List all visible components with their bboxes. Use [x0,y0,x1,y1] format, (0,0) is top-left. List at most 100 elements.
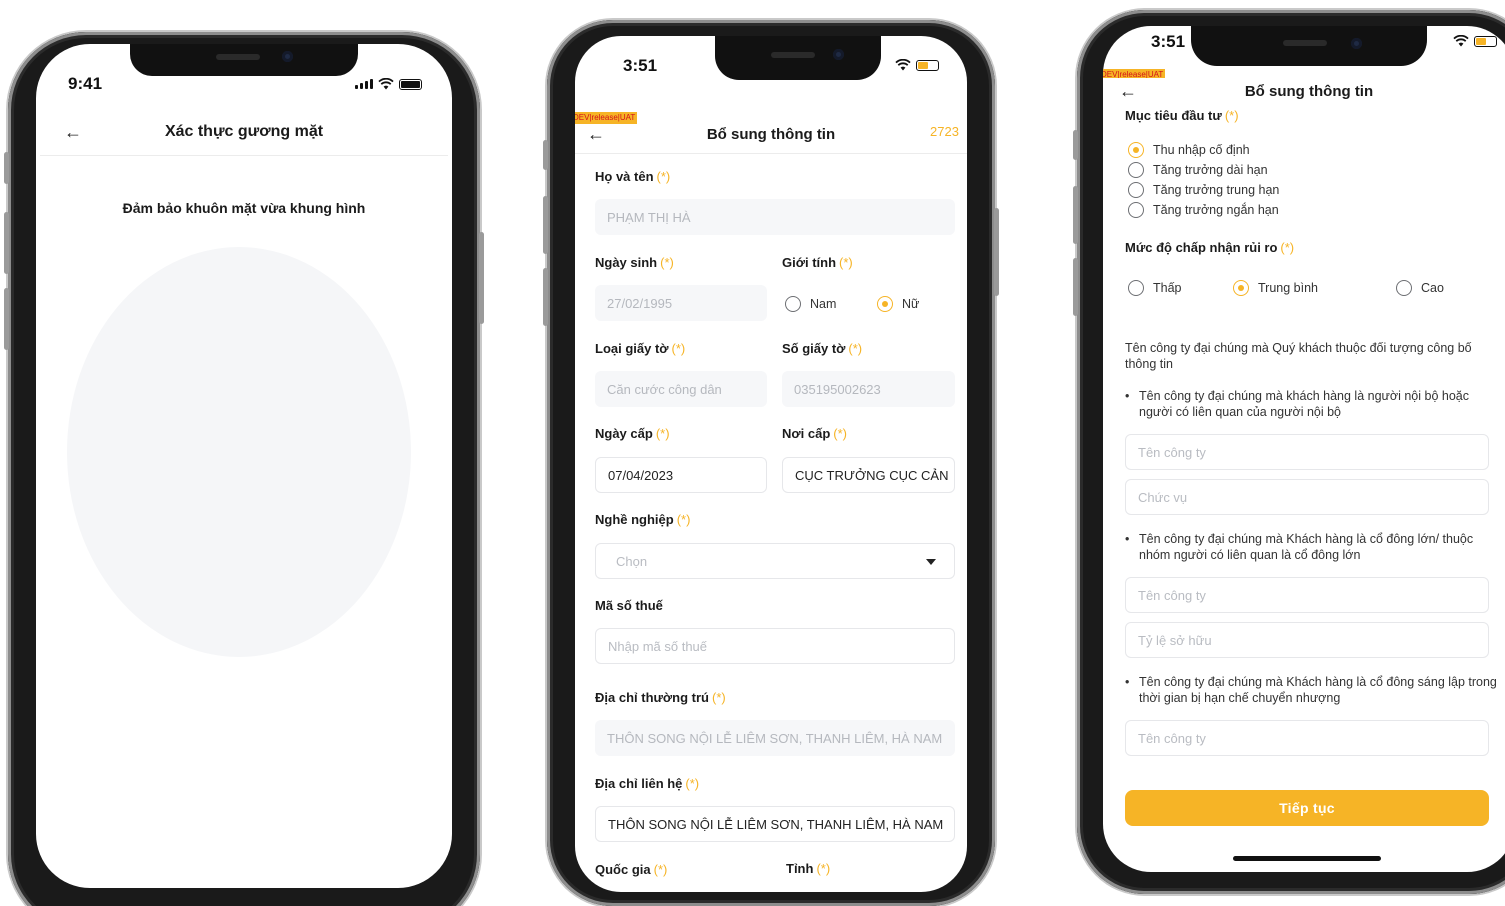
full-name-label: Họ và tên (*) [595,169,671,184]
side-button [1073,258,1078,316]
radio-checked-icon [1233,280,1249,296]
occupation-select-value: Chọn [616,553,648,569]
status-time: 3:51 [1151,32,1186,51]
occupation-select[interactable]: Chọn [595,543,955,579]
caret-down-icon [926,559,936,565]
instruction-text: Đảm bảo khuôn mặt vừa khung hình [122,200,366,216]
gender-radio-male[interactable]: Nam [785,296,836,312]
screen: 3:51 DEV|release|UAT 2723 ← Bổ sung thôn… [1103,26,1505,872]
battery-icon [399,78,422,90]
country-label: Quốc gia (*) [595,862,668,877]
risk-radio-high[interactable]: Cao [1396,280,1444,296]
divider [40,155,448,156]
permanent-address-label: Địa chỉ thường trú (*) [595,690,726,705]
radio-circle-icon [785,296,801,312]
continue-button[interactable]: Tiếp tục [1125,790,1489,826]
bullet-insider: Tên công ty đại chúng mà khách hàng là n… [1125,388,1497,420]
page-title: Bổ sung thông tin [1244,82,1374,100]
side-button [543,140,548,170]
doc-type-label: Loại giấy tờ (*) [595,341,686,356]
bullet-founder: Tên công ty đại chúng mà Khách hàng là c… [1125,674,1497,706]
nav-bar: ← Xác thực gương mặt [36,116,452,148]
side-button [4,212,9,274]
side-button [994,208,999,296]
investment-goal-label: Mục tiêu đầu tư (*) [1125,108,1239,123]
insider-position-input[interactable]: Chức vụ [1125,479,1489,515]
founder-company-input[interactable]: Tên công ty [1125,720,1489,756]
province-label: Tỉnh (*) [786,861,831,876]
status-time: 3:51 [623,56,658,75]
status-icons [355,78,422,90]
status-icons [1453,35,1497,47]
contact-address-label: Địa chỉ liên hệ (*) [595,776,700,791]
nav-bar: ← Bổ sung thông tin [1103,78,1505,104]
risk-radio-low[interactable]: Thấp [1128,280,1182,296]
radio-checked-icon [1128,142,1144,158]
ownership-ratio-input[interactable]: Tỷ lệ sở hữu [1125,622,1489,658]
arrow-left-icon[interactable]: ← [587,124,605,145]
gender-label: Giới tính (*) [782,255,853,270]
risk-radio-medium[interactable]: Trung bình [1233,280,1318,296]
tax-code-label: Mã số thuế [595,598,663,613]
contact-address-field[interactable]: THÔN SONG NỘI LỄ LIÊM SƠN, THANH LIÊM, H… [595,806,955,842]
side-button [4,152,9,184]
dob-field[interactable]: 27/02/1995 [595,285,767,321]
arrow-left-icon[interactable]: ← [64,122,82,143]
bullet-major-shareholder: Tên công ty đại chúng mà Khách hàng là c… [1125,531,1497,563]
issue-place-label: Nơi cấp (*) [782,426,847,441]
goal-radio-short-term[interactable]: Tăng trưởng ngắn hạn [1128,202,1279,218]
arrow-left-icon[interactable]: ← [1119,81,1137,102]
screen: 9:41 ← Xác thực gương mặt Đảm bảo khuôn … [36,44,452,888]
doc-number-field[interactable]: 035195002623 [782,371,955,407]
battery-icon [1474,35,1497,47]
notch [1191,26,1427,66]
radio-circle-icon [1128,280,1144,296]
dob-label: Ngày sinh (*) [595,255,674,270]
nav-bar: ← Bổ sung thông tin [575,122,967,146]
status-time: 9:41 [68,74,103,93]
radio-checked-icon [877,296,893,312]
wifi-icon [1453,35,1469,47]
radio-circle-icon [1128,162,1144,178]
wifi-icon [378,78,394,90]
insider-company-input[interactable]: Tên công ty [1125,434,1489,470]
phone-frame-face-verification: 9:41 ← Xác thực gương mặt Đảm bảo khuôn … [4,32,484,906]
page-title: Bổ sung thông tin [706,125,836,143]
side-button [1073,130,1078,160]
major-company-input[interactable]: Tên công ty [1125,577,1489,613]
issue-date-field[interactable]: 07/04/2023 [595,457,767,493]
battery-icon [916,59,939,71]
side-button [479,232,484,324]
risk-tolerance-label: Mức độ chấp nhận rủi ro (*) [1125,240,1295,255]
doc-number-label: Số giấy tờ (*) [782,341,863,356]
screen: 3:51 DEV|release|UAT 2723 ← Bổ sung thôn… [575,36,967,892]
notch [715,36,881,80]
side-button [1073,186,1078,244]
wifi-icon [895,59,911,71]
page-title: Xác thực gương mặt [164,123,324,140]
goal-radio-mid-term[interactable]: Tăng trưởng trung hạn [1128,182,1279,198]
side-button [543,196,548,254]
radio-circle-icon [1128,202,1144,218]
radio-circle-icon [1396,280,1412,296]
phone-frame-info-form: 3:51 DEV|release|UAT 2723 ← Bổ sung thôn… [543,20,999,906]
doc-type-field[interactable]: Căn cước công dân [595,371,767,407]
radio-circle-icon [1128,182,1144,198]
home-indicator [1233,856,1381,861]
permanent-address-field[interactable]: THÔN SONG NỘI LỄ LIÊM SƠN, THANH LIÊM, H… [595,720,955,756]
phone-frame-investment-info: 3:51 DEV|release|UAT 2723 ← Bổ sung thôn… [1073,10,1505,894]
issue-date-label: Ngày cấp (*) [595,426,670,441]
goal-radio-long-term[interactable]: Tăng trưởng dài hạn [1128,162,1268,178]
occupation-label: Nghề nghiệp (*) [595,512,691,527]
goal-radio-fixed-income[interactable]: Thu nhập cố định [1128,142,1250,158]
signal-icon [355,79,373,89]
face-frame [67,247,411,657]
gender-radio-female[interactable]: Nữ [877,296,919,312]
issue-place-field[interactable]: CỤC TRƯỞNG CỤC CẢN [782,457,955,493]
notch [130,44,358,76]
status-icons [895,59,939,71]
divider [575,153,967,154]
full-name-field[interactable]: PHẠM THỊ HÀ [595,199,955,235]
disclosure-intro: Tên công ty đại chúng mà Quý khách thuộc… [1125,341,1472,371]
tax-code-input[interactable]: Nhập mã số thuế [595,628,955,664]
